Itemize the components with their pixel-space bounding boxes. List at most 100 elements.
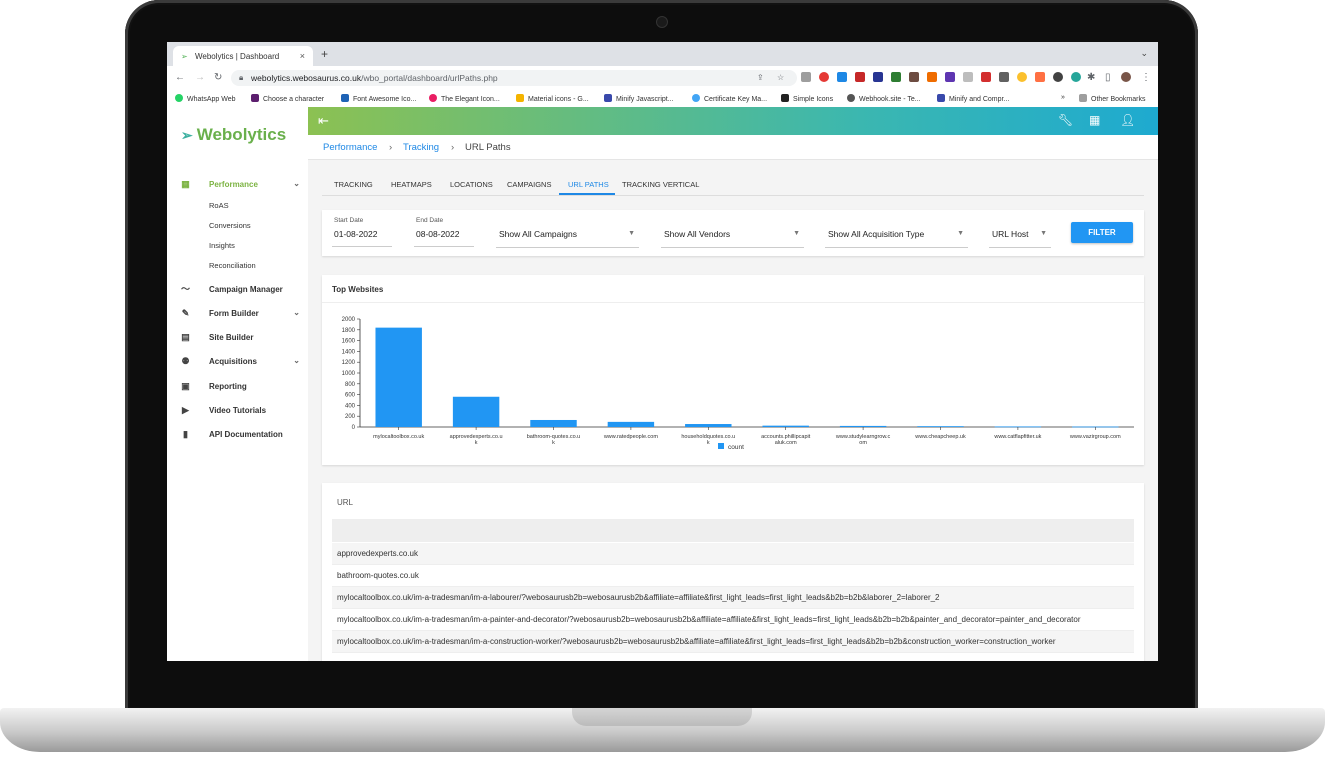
tab-search-icon[interactable]: ⌄: [1140, 48, 1148, 59]
y-tick-label: 1200: [342, 360, 356, 366]
avatar[interactable]: [1121, 72, 1131, 82]
share-icon[interactable]: ⇪: [757, 73, 764, 82]
other-bookmarks[interactable]: Other Bookmarks: [1079, 94, 1145, 103]
bookmark-item[interactable]: Font Awesome Ico...: [341, 94, 416, 103]
tab-url-paths[interactable]: URL PATHS: [568, 180, 609, 189]
y-tick-label: 1600: [342, 339, 356, 345]
webcam: [656, 16, 668, 28]
sidebar-item-site-builder[interactable]: ▤ Site Builder: [167, 329, 308, 347]
kebab-menu-icon[interactable]: ⋮: [1141, 72, 1151, 83]
tab-tracking[interactable]: TRACKING: [334, 180, 373, 189]
table-row[interactable]: mylocaltoolbox.co.uk/im-a-tradesman/im-a…: [332, 609, 1134, 631]
sidebar-subitem-insights[interactable]: Insights: [209, 241, 235, 250]
url-host-select[interactable]: URL Host ▼: [989, 223, 1051, 248]
breadcrumb-current: URL Paths: [465, 142, 511, 153]
acquisition-type-select[interactable]: Show All Acquisition Type ▼: [825, 223, 968, 248]
sidebar-subitem-conversions[interactable]: Conversions: [209, 221, 251, 230]
table-row[interactable]: [332, 653, 1134, 661]
puzzle-icon[interactable]: ✱: [1087, 72, 1095, 83]
browser-tab[interactable]: ➢ Webolytics | Dashboard ×: [173, 46, 313, 66]
bookmark-item[interactable]: Minify and Compr...: [937, 94, 1009, 103]
extension-icon[interactable]: [891, 72, 901, 82]
extension-icon[interactable]: [945, 72, 955, 82]
breadcrumb-tracking[interactable]: Tracking: [403, 142, 439, 153]
bookmark-item[interactable]: Material icons - G...: [516, 94, 589, 103]
table-row[interactable]: approvedexperts.co.uk: [332, 543, 1134, 565]
sidebar-item-acquisitions[interactable]: ⚉ Acquisitions ⌄: [167, 353, 308, 371]
logo[interactable]: ➢Webolytics: [181, 125, 286, 145]
extension-icon[interactable]: [819, 72, 829, 82]
start-date-field[interactable]: Start Date 01-08-2022: [332, 214, 392, 247]
url-bar[interactable]: 🔒︎ webolytics.webosaurus.co.uk/wbo_porta…: [231, 70, 797, 86]
extension-icon[interactable]: [873, 72, 883, 82]
bookmark-item[interactable]: Webhook.site - Te...: [847, 94, 921, 103]
extension-icon[interactable]: [837, 72, 847, 82]
bar: [453, 397, 499, 427]
sidebar-item-reporting[interactable]: ▣ Reporting: [167, 378, 308, 396]
end-date-field[interactable]: End Date 08-08-2022: [414, 214, 474, 247]
reload-icon[interactable]: ↻: [214, 72, 222, 83]
extension-icon[interactable]: [855, 72, 865, 82]
y-tick-label: 0: [352, 425, 356, 431]
extension-icon[interactable]: [927, 72, 937, 82]
extension-icon[interactable]: [1071, 72, 1081, 82]
y-tick-label: 200: [345, 414, 356, 420]
legend-swatch: [718, 443, 724, 449]
tab-locations[interactable]: LOCATIONS: [450, 180, 493, 189]
new-tab-button[interactable]: +: [321, 47, 328, 61]
sidebar-item-form-builder[interactable]: ✎ Form Builder ⌄: [167, 305, 308, 323]
table-row[interactable]: [332, 519, 1134, 542]
tab-heatmaps[interactable]: HEATMAPS: [391, 180, 432, 189]
screen: ➢ Webolytics | Dashboard × + ⌄ ← → ↻ 🔒︎ …: [167, 42, 1158, 661]
vendors-select[interactable]: Show All Vendors ▼: [661, 223, 804, 248]
bookmark-star-icon[interactable]: ☆: [777, 73, 784, 82]
bookmarks-overflow-icon[interactable]: »: [1061, 94, 1065, 101]
user-icon[interactable]: 👤︎: [1120, 113, 1135, 127]
sidebar-subitem-reconciliation[interactable]: Reconciliation: [209, 261, 256, 270]
extension-icon[interactable]: [1035, 72, 1045, 82]
video-icon: ▶: [180, 405, 191, 415]
bookmark-item[interactable]: Certificate Key Ma...: [692, 94, 767, 103]
extension-icon[interactable]: [909, 72, 919, 82]
extension-icon[interactable]: [999, 72, 1009, 82]
sidepanel-icon[interactable]: ▯: [1105, 72, 1111, 83]
extension-icon[interactable]: [1017, 72, 1027, 82]
extension-icon[interactable]: [1053, 72, 1063, 82]
lock-icon: 🔒︎: [239, 73, 243, 83]
tab-tracking-vertical[interactable]: TRACKING VERTICAL: [622, 180, 699, 189]
sidebar-subitem-roas[interactable]: RoAS: [209, 201, 229, 210]
top-header: ⇤ 🔧︎ ▦ 👤︎: [308, 107, 1158, 135]
extension-icon[interactable]: [801, 72, 811, 82]
back-icon[interactable]: ←: [175, 72, 185, 83]
bookmark-item[interactable]: Choose a character: [251, 94, 324, 103]
extension-icon[interactable]: [963, 72, 973, 82]
wrench-icon[interactable]: 🔧︎: [1058, 113, 1073, 127]
bookmark-item[interactable]: Simple Icons: [781, 94, 833, 103]
table-row[interactable]: mylocaltoolbox.co.uk/im-a-tradesman/im-a…: [332, 587, 1134, 609]
url-cell: mylocaltoolbox.co.uk/im-a-tradesman/im-a…: [337, 637, 1056, 646]
breadcrumb-performance[interactable]: Performance: [323, 142, 377, 153]
bookmark-item[interactable]: Minify Javascript...: [604, 94, 674, 103]
filter-button[interactable]: FILTER: [1071, 222, 1133, 243]
forward-icon[interactable]: →: [195, 72, 205, 83]
close-tab-icon[interactable]: ×: [300, 51, 305, 61]
breadcrumb: Performance › Tracking › URL Paths: [308, 135, 1158, 160]
extension-icon[interactable]: [981, 72, 991, 82]
sidebar-item-video-tutorials[interactable]: ▶ Video Tutorials: [167, 402, 308, 420]
bookmark-item[interactable]: WhatsApp Web: [175, 94, 236, 103]
grid-icon[interactable]: ▦: [1089, 113, 1100, 127]
bookmark-item[interactable]: The Elegant Icon...: [429, 94, 500, 103]
sidebar-item-performance[interactable]: ▦ Performance ⌄: [167, 176, 308, 194]
chevron-right-icon: ›: [451, 142, 454, 153]
sidebar-item-api-documentation[interactable]: ▮ API Documentation: [167, 426, 308, 444]
bar: [530, 420, 576, 427]
webolytics-favicon-icon: ➢: [181, 52, 188, 61]
tab-campaigns[interactable]: CAMPAIGNS: [507, 180, 551, 189]
sidebar: ➢Webolytics ▦ Performance ⌄ RoAS Convers…: [167, 107, 308, 661]
sidebar-item-campaign-manager[interactable]: 〜 Campaign Manager: [167, 281, 308, 299]
campaigns-select[interactable]: Show All Campaigns ▼: [496, 223, 639, 248]
collapse-sidebar-icon[interactable]: ⇤: [318, 113, 329, 129]
table-row[interactable]: mylocaltoolbox.co.uk/im-a-tradesman/im-a…: [332, 631, 1134, 653]
url-column-header: URL: [337, 498, 353, 507]
table-row[interactable]: bathroom-quotes.co.uk: [332, 565, 1134, 587]
